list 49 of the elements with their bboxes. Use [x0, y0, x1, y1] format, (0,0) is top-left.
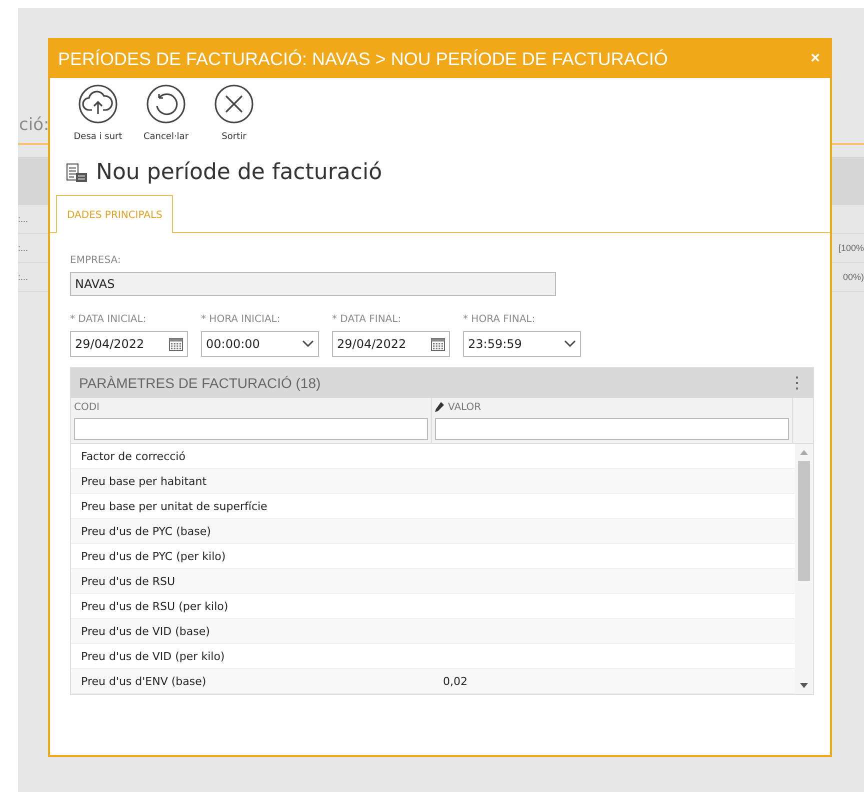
table-cell-text: 0,02 — [442, 674, 468, 688]
table-cell-text: Preu d'us de PYC (base) — [80, 524, 212, 538]
table-cell-text: Preu d'us de VID (per kilo) — [80, 650, 226, 662]
table-cell-text: Preu d'us de VID (base) — [80, 624, 211, 638]
scrollbar[interactable] — [795, 444, 813, 694]
filter-field[interactable] — [74, 418, 428, 440]
exit-button[interactable]: Sortir — [204, 84, 264, 142]
filter-field[interactable] — [435, 418, 789, 440]
table-cell-text: Preu base per unitat de superfície — [80, 500, 268, 512]
field-label: * HORA INICIAL: — [201, 314, 282, 325]
close-icon — [214, 84, 254, 124]
table-cell-text: Preu d'us d'ENV (base) — [80, 674, 208, 688]
table-cell-text: Preu d'us de PYC (per kilo) — [80, 550, 227, 562]
percent-text: [100% — [838, 243, 864, 253]
table-cell-text: Preu d'us de RSU — [80, 574, 176, 588]
undo-icon — [146, 84, 186, 124]
table-cell-text: Preu d'us de RSU (per kilo) — [80, 600, 230, 612]
row-text: :... — [18, 272, 28, 282]
undo-button[interactable]: Cancel·lar — [136, 84, 196, 142]
row-text: :... — [18, 243, 28, 253]
form-heading: Nou període de facturació — [96, 160, 382, 185]
chevron-down-icon[interactable] — [302, 340, 314, 348]
date-field[interactable]: 29/04/2022 — [332, 331, 450, 357]
column-label: CODI — [74, 402, 100, 413]
time-field[interactable]: 23:59:59 — [463, 331, 581, 357]
calendar-icon[interactable] — [431, 337, 445, 351]
field-label: * DATA INICIAL: — [70, 314, 148, 325]
field-label: EMPRESA: — [70, 255, 122, 266]
dialog-title: PERÍODES DE FACTURACIÓ: NAVAS > NOU PERÍODE DE FACTURACIÓ — [58, 48, 668, 70]
field-label: * DATA FINAL: — [332, 314, 402, 325]
cloud-upload-icon — [78, 84, 118, 124]
chevron-down-icon[interactable] — [564, 340, 576, 348]
row-text: :... — [18, 214, 28, 224]
menu-button[interactable]: ⋮ — [789, 373, 805, 393]
invoice-icon — [66, 162, 88, 182]
page-title: ció: — [19, 115, 50, 135]
scroll-down-icon[interactable] — [800, 683, 808, 688]
table-cell-text: Preu base per habitant — [80, 474, 208, 488]
column-label: VALOR — [448, 402, 482, 413]
calendar-icon[interactable] — [169, 337, 183, 351]
company-field[interactable]: NAVAS — [70, 272, 556, 296]
save-button[interactable]: Desa i surt — [68, 84, 128, 142]
field-label: * HORA FINAL: — [463, 314, 536, 325]
pencil-icon — [435, 402, 444, 413]
table-cell-text: Factor de correcció — [80, 450, 186, 462]
date-field[interactable]: 29/04/2022 — [70, 331, 188, 357]
percent-text: 00%) — [842, 272, 864, 282]
grid-title: PARÀMETRES DE FACTURACIÓ (18) — [79, 375, 321, 391]
time-field[interactable]: 00:00:00 — [201, 331, 319, 357]
